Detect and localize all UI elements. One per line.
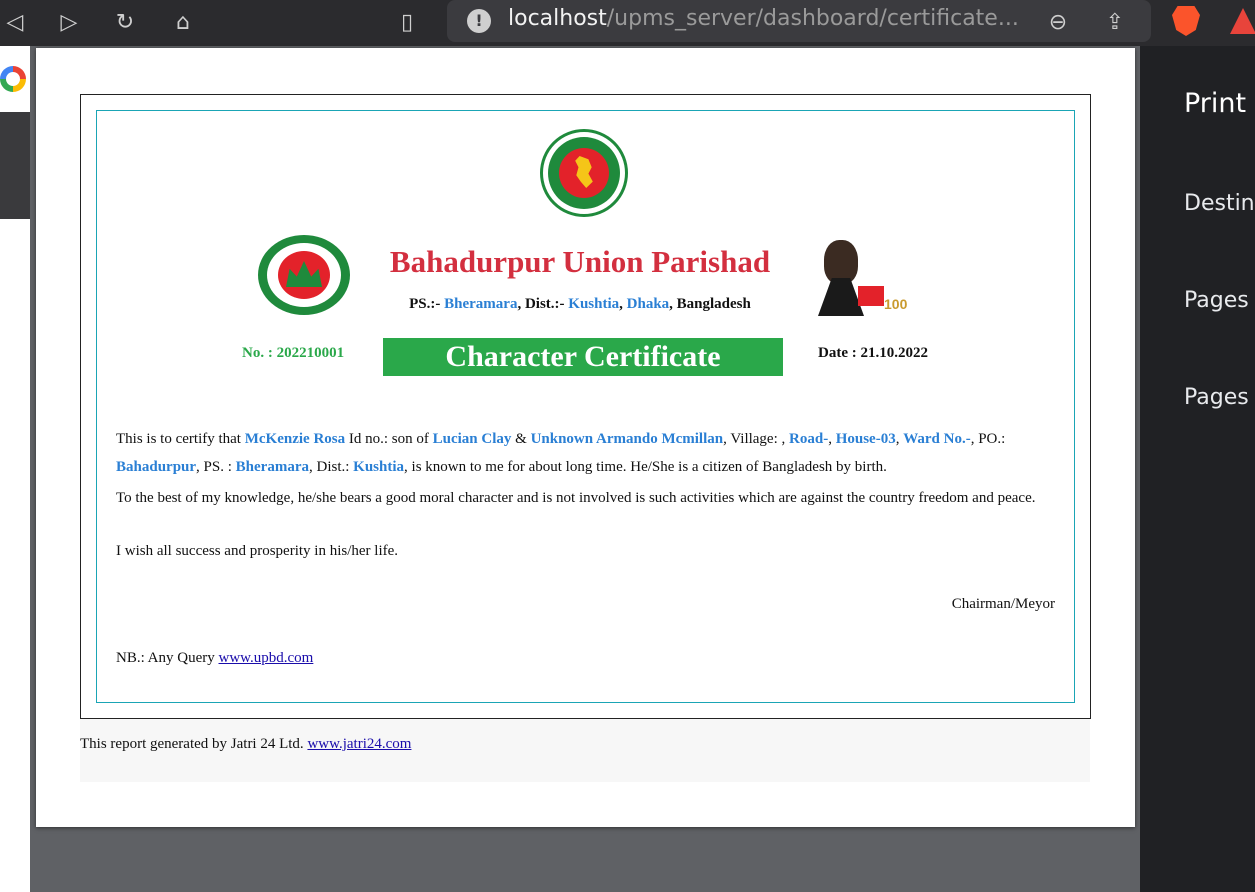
mother-name: Unknown Armando Mcmillan <box>530 431 724 447</box>
post-office: Bahadurpur <box>116 459 197 475</box>
address-ps: Bheramara <box>444 296 518 312</box>
p1-text: , <box>828 431 836 447</box>
certificate-paragraph-1: This is to certify that McKenzie Rosa Id… <box>116 425 1056 481</box>
person-name: McKenzie Rosa <box>244 431 346 447</box>
ward: Ward No.- <box>903 431 971 447</box>
p1-text: Id no.: son of <box>345 431 433 447</box>
address-country: , Bangladesh <box>669 296 751 312</box>
footer-link[interactable]: www.jatri24.com <box>307 736 411 752</box>
certificate-title: Character Certificate <box>383 338 783 376</box>
mujib-tag <box>858 286 884 306</box>
p1-text: , Village: , <box>723 431 790 447</box>
house: House-03 <box>835 431 896 447</box>
district: Kushtia <box>353 459 405 475</box>
background-page-strip <box>0 219 30 892</box>
certificate-paragraph-2: To the best of my knowledge, he/she bear… <box>116 490 1036 506</box>
address-dist-label: , Dist.:- <box>517 296 569 312</box>
mujib-100-logo: 100 <box>818 238 910 320</box>
url-path: /upms_server/dashboard/certificate... <box>606 6 1019 31</box>
road: Road- <box>789 431 829 447</box>
reload-icon[interactable]: ↻ <box>110 8 140 38</box>
pages-per-sheet-label: Pages <box>1184 385 1249 410</box>
print-title: Print <box>1184 88 1247 119</box>
signature-label: Chairman/Meyor <box>951 596 1055 612</box>
query-note: NB.: Any Query www.upbd.com <box>116 650 313 667</box>
certificate-number: No. : 202210001 <box>242 345 345 361</box>
query-link[interactable]: www.upbd.com <box>219 650 314 666</box>
mujib-100-mark: 100 <box>884 296 908 312</box>
home-icon[interactable]: ⌂ <box>168 8 198 38</box>
government-emblem-logo <box>540 129 628 217</box>
url-text[interactable]: localhost/upms_server/dashboard/certific… <box>508 6 1028 31</box>
union-address: PS.:- Bheramara, Dist.:- Kushtia, Dhaka,… <box>380 296 780 313</box>
address-dist: Kushtia <box>568 296 620 312</box>
query-note-text: NB.: Any Query <box>116 650 219 666</box>
google-icon-center <box>6 72 20 86</box>
footer-text: This report generated by Jatri 24 Ltd. <box>80 736 308 752</box>
address-division: Dhaka <box>626 296 670 312</box>
print-settings-panel: Print Destin Pages Pages <box>1140 46 1255 892</box>
p1-text: & <box>511 431 531 447</box>
police-station: Bheramara <box>235 459 309 475</box>
certificate-paragraph-3: I wish all success and prosperity in his… <box>116 543 399 559</box>
report-footer-text: This report generated by Jatri 24 Ltd. w… <box>80 736 411 753</box>
url-host: localhost <box>508 6 607 31</box>
pages-label: Pages <box>1184 288 1249 313</box>
union-title: Bahadurpur Union Parishad <box>389 244 771 279</box>
zoom-out-icon[interactable]: ⊖ <box>1043 8 1073 38</box>
p1-text: , Dist.: <box>308 459 354 475</box>
p1-text: This is to certify that <box>116 431 245 447</box>
browser-toolbar: ◁ ▷ ↻ ⌂ ▯ ! localhost/upms_server/dashbo… <box>0 0 1255 46</box>
father-name: Lucian Clay <box>432 431 512 447</box>
portrait-head <box>824 240 858 284</box>
p1-text: , is known to me for about long time. He… <box>404 459 887 475</box>
share-icon[interactable]: ⇪ <box>1100 8 1130 38</box>
certificate-date: Date : 21.10.2022 <box>818 345 928 361</box>
rewards-icon[interactable] <box>1230 8 1255 34</box>
brave-icon[interactable] <box>1172 6 1200 36</box>
union-parishad-logo <box>258 235 350 315</box>
info-icon[interactable]: ! <box>467 9 491 33</box>
address-ps-label: PS.:- <box>409 296 445 312</box>
forward-icon[interactable]: ▷ <box>54 8 84 38</box>
address-sep: , <box>619 296 627 312</box>
bookmark-icon[interactable]: ▯ <box>392 8 422 38</box>
destination-label: Destin <box>1184 191 1255 216</box>
back-icon[interactable]: ◁ <box>0 8 30 38</box>
p1-text: , PO.: <box>970 431 1006 447</box>
p1-text: , PS. : <box>196 459 236 475</box>
